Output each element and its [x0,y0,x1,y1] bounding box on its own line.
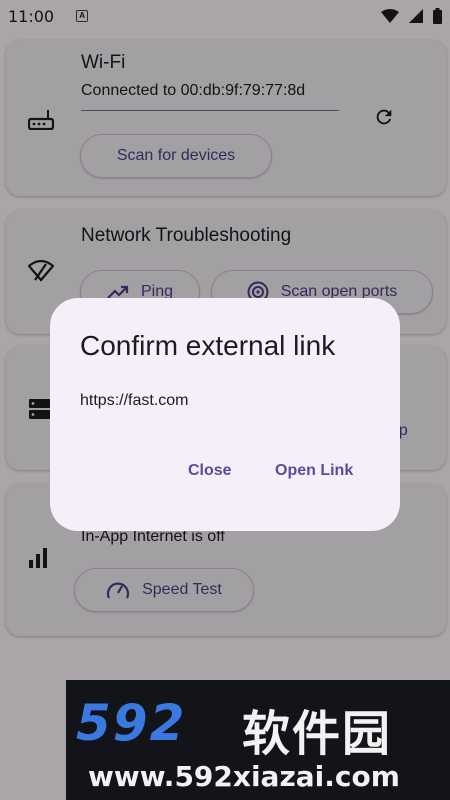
watermark-logo-text: 软件园 [242,706,393,762]
close-button[interactable]: Close [188,462,232,480]
watermark-url: www.592xiazai.com [88,760,400,793]
watermark-banner: 592 软件园 www.592xiazai.com [66,680,450,800]
dialog-title: Confirm external link [80,330,336,361]
watermark-logo-number: 592 [76,694,187,752]
dialog-url: https://fast.com [80,392,189,409]
confirm-link-dialog: Confirm external link https://fast.com C… [50,298,400,531]
open-link-button[interactable]: Open Link [275,462,353,480]
